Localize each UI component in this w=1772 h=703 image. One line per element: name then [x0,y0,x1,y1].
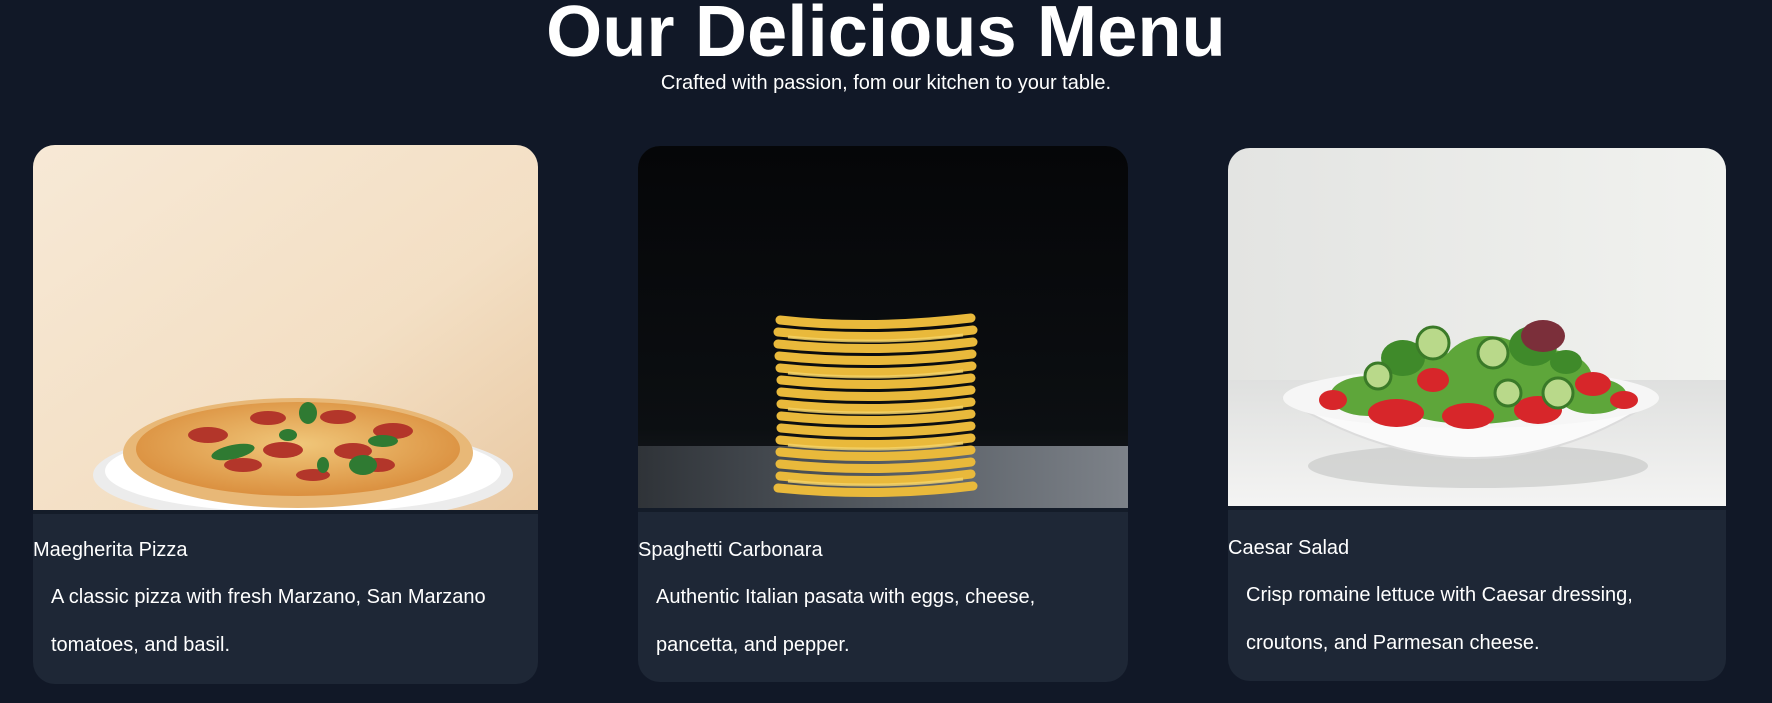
page-title: Our Delicious Menu [546,0,1226,72]
menu-card-salad[interactable]: Caesar Salad Crisp romaine lettuce with … [1228,148,1726,681]
menu-item-name: Maegherita Pizza [33,539,188,561]
menu-item-description: Crisp romaine lettuce with Caesar dressi… [1246,584,1633,654]
menu-item-name: Caesar Salad [1228,537,1350,559]
menu-item-description: A classic pizza with fresh Marzano, San … [51,586,486,656]
pasta-photo [638,146,1128,508]
pizza-photo [33,145,538,510]
menu-item-description: Authentic Italian pasata with eggs, chee… [656,586,1036,656]
image-divider [1228,506,1726,510]
menu-card-pizza[interactable]: Maegherita Pizza A classic pizza with fr… [33,145,538,684]
menu-item-name: Spaghetti Carbonara [638,539,823,561]
page-subtitle: Crafted with passion, fom our kitchen to… [660,72,1112,94]
image-divider [33,510,538,514]
menu-card-spaghetti[interactable]: Spaghetti Carbonara Authentic Italian pa… [638,146,1128,682]
salad-photo [1228,148,1726,506]
image-divider [638,508,1128,512]
